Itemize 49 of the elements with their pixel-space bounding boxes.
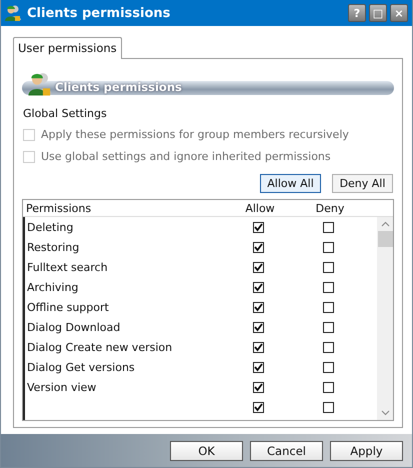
scroll-thumb[interactable] [378, 231, 392, 247]
column-header[interactable]: Allow [225, 202, 295, 214]
permission-name: Offline support [27, 300, 109, 314]
permission-name: Restoring [27, 240, 80, 254]
checkbox[interactable] [322, 302, 334, 312]
checkbox-label: Use global settings and ignore inherited permissions [41, 150, 331, 163]
bulk-button[interactable]: Deny All [332, 174, 393, 193]
permission-name: Fulltext search [27, 260, 108, 274]
section-label: Global Settings [23, 107, 108, 120]
checkbox[interactable] [322, 402, 334, 412]
users-icon [5, 4, 21, 22]
checkbox[interactable] [322, 262, 334, 272]
permission-name: Version view [27, 380, 96, 394]
checkbox[interactable] [322, 282, 334, 292]
scrollbar[interactable] [377, 217, 393, 420]
dialog-button[interactable]: Apply [330, 440, 403, 460]
checkbox[interactable] [252, 342, 264, 352]
checkbox[interactable] [252, 262, 264, 272]
users-icon [28, 71, 52, 97]
checkbox[interactable] [322, 342, 334, 352]
checkbox[interactable] [252, 222, 264, 232]
checkbox[interactable] [252, 302, 264, 312]
permission-name: Dialog Get versions [27, 360, 135, 374]
column-header[interactable]: Permissions [26, 202, 225, 214]
permission-name: Deleting [27, 220, 74, 234]
checkbox[interactable] [252, 362, 264, 372]
checkbox[interactable] [322, 362, 334, 372]
dialog-button[interactable]: Cancel [250, 440, 323, 460]
bulk-button[interactable]: Allow All [260, 174, 321, 193]
permission-name: Archiving [27, 280, 78, 294]
checkbox[interactable] [252, 322, 264, 332]
checkbox[interactable] [322, 242, 334, 252]
window-title: Clients permissions [27, 6, 172, 20]
section-title: Clients permissions [55, 80, 182, 94]
checkbox[interactable] [322, 222, 334, 232]
checkbox[interactable] [252, 242, 264, 252]
checkbox[interactable] [322, 382, 334, 392]
checkbox[interactable] [322, 322, 334, 332]
scroll-up-icon[interactable] [380, 221, 390, 227]
checkbox-label: Apply these permissions for group members recursively [41, 128, 349, 141]
tab[interactable]: User permissions [13, 37, 122, 59]
dialog-button[interactable]: OK [170, 440, 243, 460]
column-header[interactable]: Deny [295, 202, 365, 214]
checkbox[interactable] [252, 382, 264, 392]
checkbox[interactable] [252, 402, 264, 412]
permission-name: Dialog Download [27, 320, 120, 334]
checkbox[interactable] [252, 282, 264, 292]
scroll-down-icon[interactable] [380, 410, 390, 416]
permission-name: Dialog Create new version [27, 340, 172, 354]
